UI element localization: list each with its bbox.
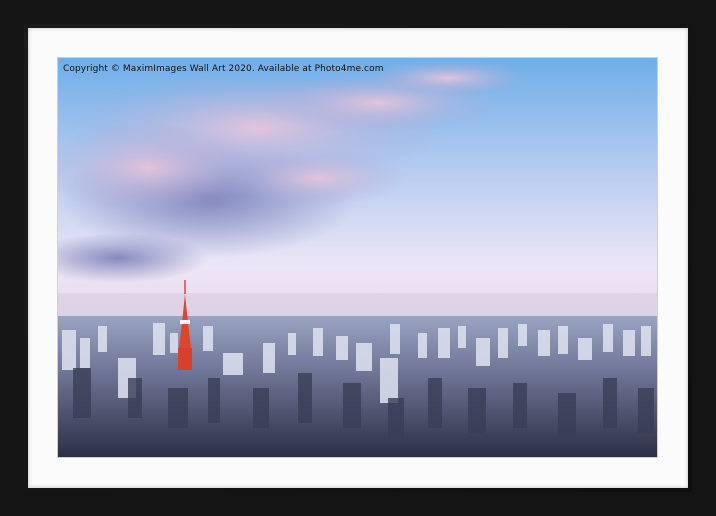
photo-scene [58,58,657,457]
copyright-watermark: Copyright © MaximImages Wall Art 2020. A… [63,64,384,74]
photo-print [58,58,657,457]
